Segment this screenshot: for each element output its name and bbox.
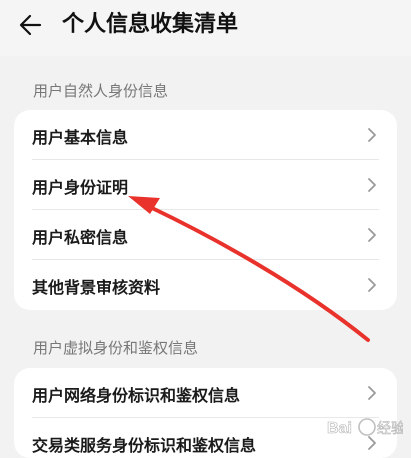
virtual-identity-card: 用户网络身份标识和鉴权信息 交易类服务身份标识和鉴权信息	[14, 368, 397, 458]
section-title-natural-identity: 用户自然人身份信息	[33, 82, 169, 100]
chevron-right-icon	[368, 128, 376, 142]
natural-identity-card: 用户基本信息 用户身份证明 用户私密信息 其他背景审核资料	[14, 110, 397, 310]
list-item-label: 用户基本信息	[32, 128, 129, 147]
baidu-watermark-logo: Bai 经验	[327, 418, 403, 437]
section-title-virtual-identity: 用户虚拟身份和鉴权信息	[33, 339, 199, 357]
app-header: 个人信息收集清单	[0, 0, 411, 56]
list-item-label: 交易类服务身份标识和鉴权信息	[32, 436, 257, 455]
svg-text:Bai: Bai	[327, 420, 352, 437]
list-item-basic-info[interactable]: 用户基本信息	[14, 110, 397, 160]
list-item-label: 用户私密信息	[32, 228, 129, 247]
list-item-label: 用户网络身份标识和鉴权信息	[32, 386, 241, 405]
arrow-left-icon[interactable]	[16, 10, 46, 40]
chevron-right-icon	[368, 178, 376, 192]
chevron-right-icon	[368, 386, 376, 400]
page-title: 个人信息收集清单	[62, 12, 239, 37]
svg-text:经验: 经验	[377, 420, 403, 436]
list-item-identity-proof[interactable]: 用户身份证明	[14, 160, 397, 210]
list-item-network-identity[interactable]: 用户网络身份标识和鉴权信息	[14, 368, 397, 418]
chevron-right-icon	[368, 278, 376, 292]
list-item-label: 用户身份证明	[32, 178, 129, 197]
list-item-background-check[interactable]: 其他背景审核资料	[14, 260, 397, 310]
chevron-right-icon	[368, 228, 376, 242]
list-item-private-info[interactable]: 用户私密信息	[14, 210, 397, 260]
list-item-label: 其他背景审核资料	[32, 278, 161, 297]
